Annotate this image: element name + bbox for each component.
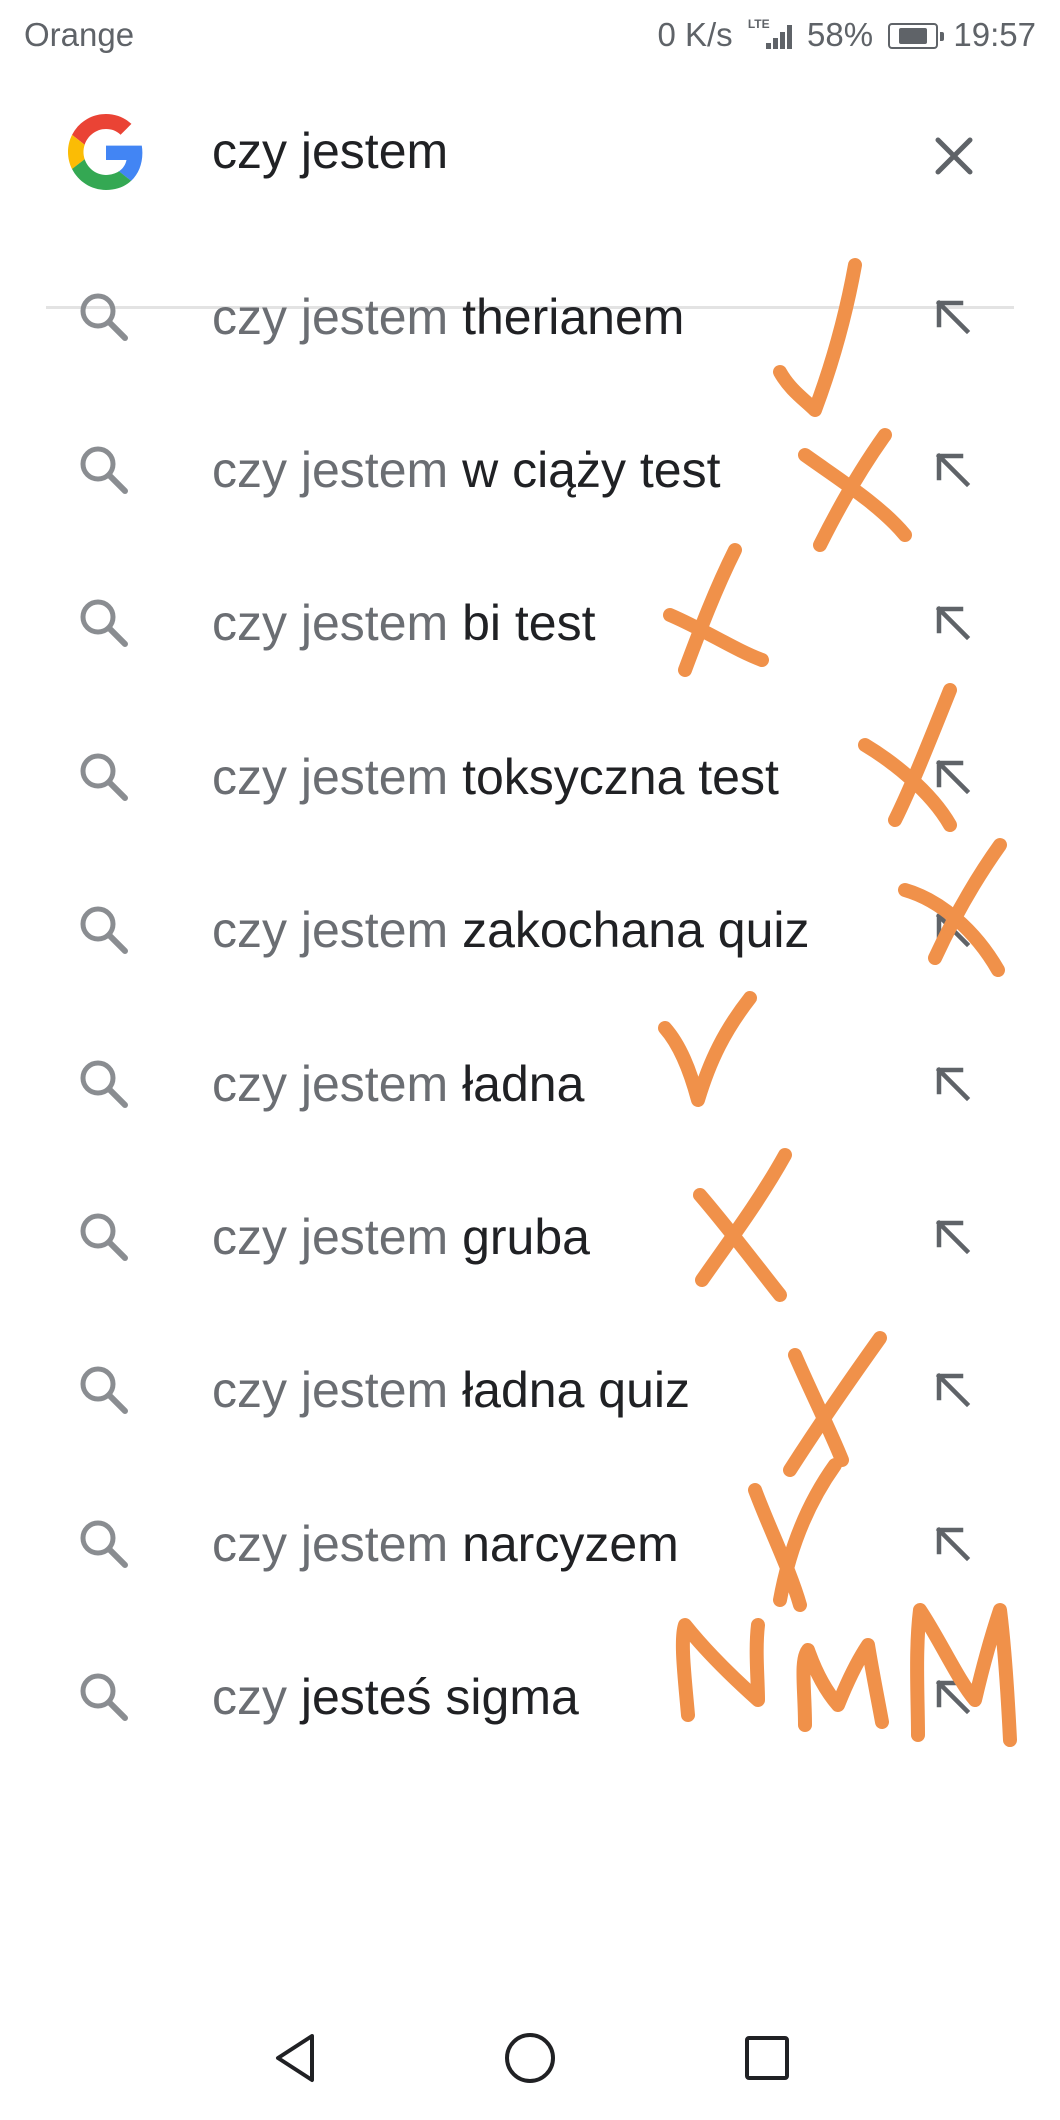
network-speed: 0 K/s — [657, 16, 733, 53]
fill-query-arrow-icon[interactable] — [927, 1671, 979, 1723]
suggestion-completion: jesteś sigma — [287, 1669, 579, 1726]
search-icon — [80, 446, 128, 495]
suggestion-text: czy jestem zakochana quiz — [212, 901, 810, 959]
suggestion-completion: zakochana quiz — [448, 902, 810, 959]
battery-percent: 58% — [807, 16, 874, 53]
suggestion-prefix: czy jestem — [212, 288, 449, 345]
home-icon[interactable] — [500, 2028, 560, 2088]
fill-query-arrow-icon[interactable] — [927, 1058, 979, 1110]
suggestion-completion: ładna quiz — [448, 1362, 691, 1419]
suggestion-prefix: czy jestem — [212, 1515, 449, 1572]
signal-icon: LTE — [748, 17, 792, 49]
status-indicators: 0 K/s LTE 58% 19:57 — [651, 16, 1036, 54]
google-g-logo — [68, 114, 143, 190]
fill-query-arrow-icon[interactable] — [927, 291, 979, 343]
fill-query-arrow-icon[interactable] — [927, 597, 979, 649]
suggestion-text: czy jestem narcyzem — [212, 1515, 679, 1573]
suggestion-completion: w ciąży test — [448, 442, 721, 499]
suggestion-prefix: czy — [212, 1669, 287, 1726]
close-icon[interactable] — [924, 126, 984, 186]
fill-query-arrow-icon[interactable] — [927, 1364, 979, 1416]
suggestion-text: czy jestem bi test — [212, 594, 595, 652]
suggestion-completion: toksyczna test — [448, 748, 779, 805]
search-icon — [80, 1213, 128, 1262]
search-icon — [80, 753, 128, 801]
suggestion-prefix: czy jestem — [212, 595, 449, 652]
suggestion-row[interactable]: czy jestem narcyzem — [0, 1467, 1060, 1620]
suggestion-row[interactable]: czy jestem gruba — [0, 1160, 1060, 1313]
suggestion-prefix: czy jestem — [212, 1209, 449, 1266]
fill-query-arrow-icon[interactable] — [927, 751, 979, 803]
fill-query-arrow-icon[interactable] — [927, 444, 979, 496]
suggestion-text: czy jestem gruba — [212, 1208, 590, 1266]
navigation-bar — [0, 2000, 1060, 2120]
suggestion-completion: ładna — [448, 1055, 585, 1112]
search-icon — [80, 1060, 128, 1108]
suggestion-text: czy jestem toksyczna test — [212, 748, 779, 806]
suggestion-row[interactable]: czy jestem w ciąży test — [0, 393, 1060, 546]
battery-icon — [888, 23, 945, 49]
carrier-name: Orange — [24, 16, 135, 53]
suggestion-row[interactable]: czy jestem zakochana quiz — [0, 854, 1060, 1007]
clock: 19:57 — [953, 16, 1036, 53]
suggestion-completion: therianem — [448, 288, 685, 345]
suggestion-row[interactable]: czy jestem therianem — [0, 240, 1060, 393]
suggestion-text: czy jestem ładna quiz — [212, 1361, 690, 1419]
suggestion-text: czy jestem ładna — [212, 1055, 584, 1113]
search-icon — [80, 1673, 128, 1722]
search-icon — [80, 1520, 128, 1568]
back-icon[interactable] — [270, 2028, 320, 2088]
search-bar[interactable]: czy jestem — [0, 72, 1060, 309]
suggestion-prefix: czy jestem — [212, 748, 449, 805]
suggestion-prefix: czy jestem — [212, 442, 449, 499]
suggestion-text: czy jestem therianem — [212, 288, 684, 346]
suggestion-prefix: czy jestem — [212, 902, 449, 959]
suggestion-list: czy jestem therianem czy jestem w ciąży t… — [0, 240, 1060, 1774]
suggestion-completion: narcyzem — [448, 1515, 679, 1572]
search-icon — [80, 1366, 128, 1415]
fill-query-arrow-icon[interactable] — [927, 904, 979, 956]
status-bar: Orange 0 K/s LTE 58% 19:57 — [0, 0, 1060, 72]
suggestion-prefix: czy jestem — [212, 1362, 449, 1419]
search-icon — [80, 906, 128, 955]
recents-icon[interactable] — [742, 2028, 792, 2088]
suggestion-row[interactable]: czy jestem toksyczna test — [0, 700, 1060, 853]
suggestion-row[interactable]: czy jesteś sigma — [0, 1621, 1060, 1774]
suggestion-completion: bi test — [448, 595, 596, 652]
suggestion-row[interactable]: czy jestem ładna — [0, 1007, 1060, 1160]
suggestion-text: czy jesteś sigma — [212, 1668, 579, 1726]
suggestion-completion: gruba — [448, 1209, 590, 1266]
suggestion-text: czy jestem w ciąży test — [212, 441, 720, 499]
suggestion-row[interactable]: czy jestem ładna quiz — [0, 1314, 1060, 1467]
suggestion-row[interactable]: czy jestem bi test — [0, 547, 1060, 700]
fill-query-arrow-icon[interactable] — [927, 1518, 979, 1570]
fill-query-arrow-icon[interactable] — [927, 1211, 979, 1263]
search-input[interactable]: czy jestem — [212, 122, 448, 180]
search-icon — [80, 599, 128, 648]
suggestion-prefix: czy jestem — [212, 1055, 449, 1112]
search-icon — [80, 293, 128, 341]
